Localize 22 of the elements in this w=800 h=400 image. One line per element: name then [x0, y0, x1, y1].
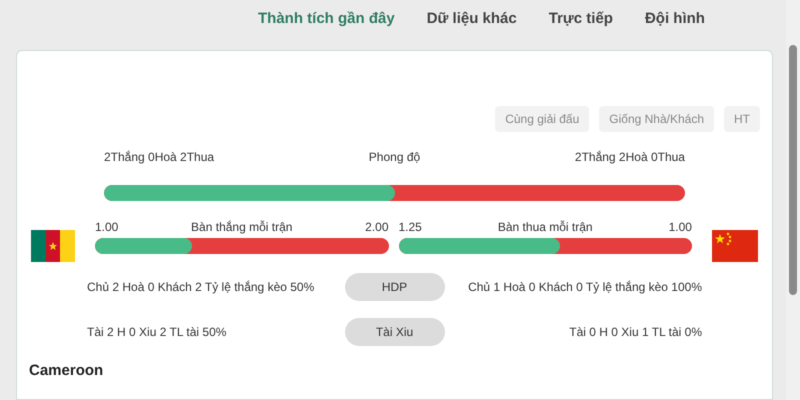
away-odds-summary: Chủ 1 Hoà 0 Khách 0 Tỷ lệ thắng kèo 100% — [467, 279, 702, 296]
stat-title: Bàn thua mỗi trận — [498, 219, 593, 236]
cameroon-flag-icon — [31, 230, 75, 262]
stat-title: Bàn thắng mỗi trận — [191, 219, 292, 236]
tab[interactable]: Đội hình — [644, 8, 705, 30]
home-record: 2Thắng 0Hoà 2Thua — [104, 149, 214, 166]
odds-type-button[interactable]: Tài Xiu — [344, 318, 444, 346]
away-record: 2Thắng 2Hoà 0Thua — [574, 149, 685, 166]
stat-value: 1.00 — [668, 219, 692, 236]
home-odds-summary: Chủ 2 Hoà 0 Khách 2 Tỷ lệ thắng kèo 50% — [87, 279, 316, 296]
tab[interactable]: Trực tiếp — [548, 8, 613, 30]
team-heading: Cameroon — [29, 361, 104, 381]
stat-value: 1.25 — [398, 219, 422, 236]
china-flag-icon — [712, 230, 758, 262]
form-title: Phong độ — [368, 149, 420, 166]
tab[interactable]: Dữ liệu khác — [426, 8, 517, 30]
tab[interactable]: Thành tích gần đây — [258, 8, 395, 30]
home-odds-summary: Tài 2 H 0 Xiu 2 TL tài 50% — [87, 324, 228, 341]
stat-value: 2.00 — [365, 219, 388, 236]
stat-value: 1.00 — [95, 219, 118, 236]
away-odds-summary: Tài 0 H 0 Xiu 1 TL tài 0% — [568, 324, 702, 341]
odds-type-button[interactable]: HDP — [344, 273, 444, 301]
